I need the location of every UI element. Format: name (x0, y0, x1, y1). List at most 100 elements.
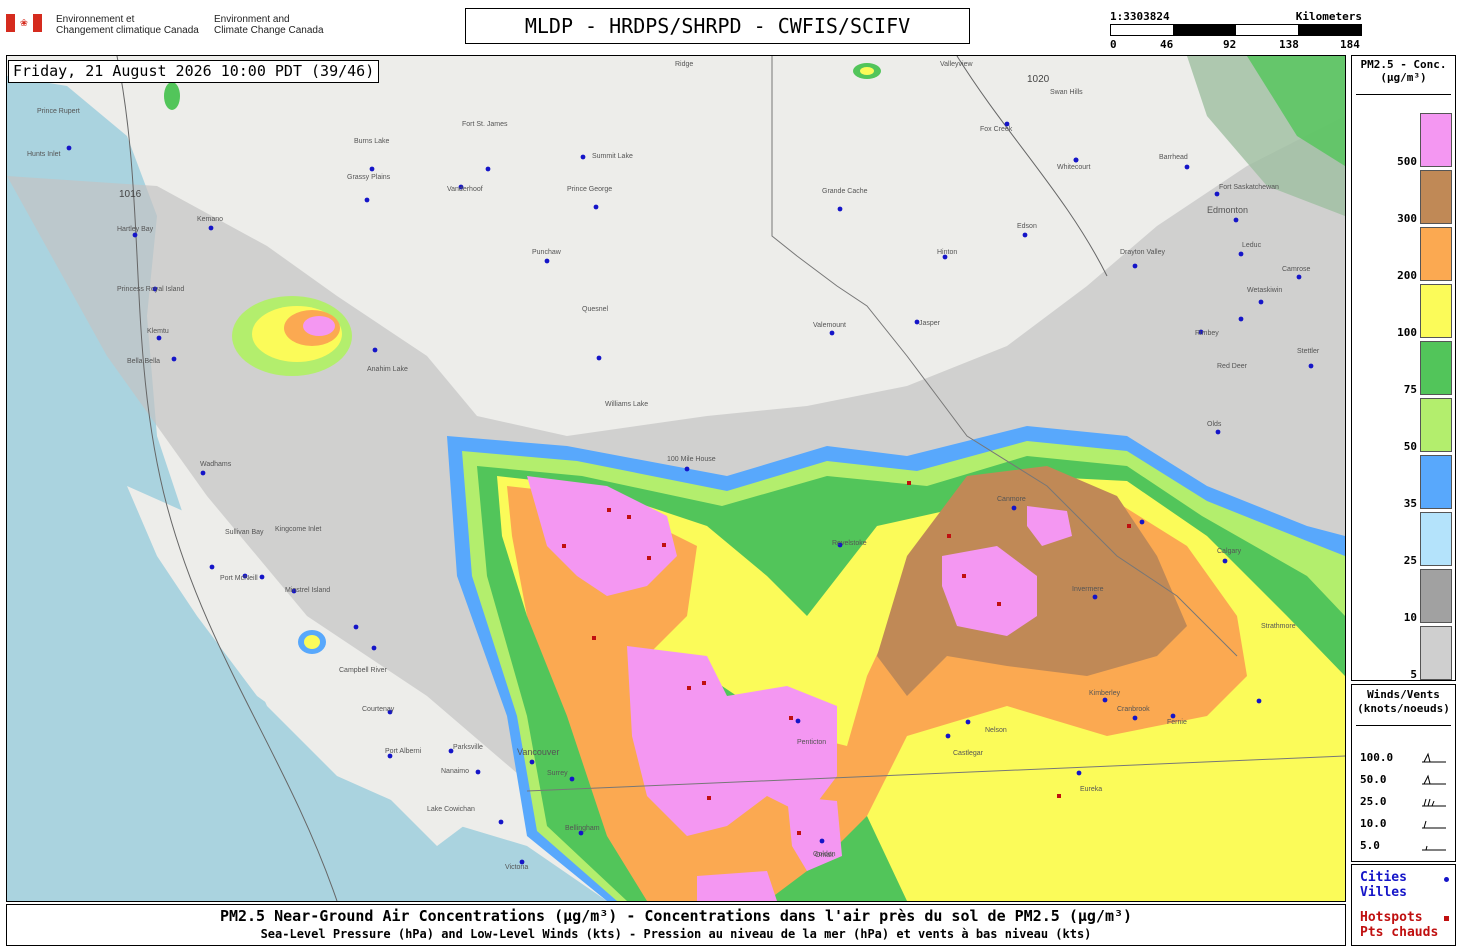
wind-speed-label: 25.0 (1360, 795, 1387, 808)
city-label: Campbell River (339, 667, 387, 674)
wind-barb-icon (1422, 845, 1446, 851)
city-label: Minstrel Island (285, 587, 331, 594)
city-label: Surrey (547, 770, 568, 777)
legend-label: 500 (1397, 155, 1417, 168)
city-label: Calgary (1217, 548, 1242, 555)
city-label: Olds (1207, 421, 1222, 428)
city-label: Parksville (453, 744, 483, 751)
city-label: 100 Mile House (667, 456, 716, 463)
city-label: Edson (1017, 223, 1037, 230)
legend-label: 25 (1403, 554, 1417, 567)
wind-speed-label: 5.0 (1360, 839, 1380, 852)
legend-swatch (1420, 170, 1452, 224)
eccc-logo: ❀ Environnement et Changement climatique … (6, 10, 346, 46)
legend-swatch (1420, 455, 1452, 509)
city-label: Bella Bella (127, 358, 161, 365)
legend-title-line: (µg/m³) (1380, 71, 1427, 84)
scale-bar: 1:3303824 Kilometers 0 46 92 138 184 (1108, 10, 1362, 52)
isobar-label: 1016 (119, 189, 142, 200)
city-label: Edmonton (1207, 205, 1249, 215)
scale-tick: 92 (1223, 38, 1237, 51)
page-title: MLDP - HRDPS/SHRPD - CWFIS/SCIFV (465, 8, 970, 44)
city-label: Rimbey (1195, 330, 1219, 337)
city-label: Canmore (997, 496, 1026, 503)
city-label: Quesnel (582, 306, 609, 313)
city-label: Fort St. James (462, 121, 508, 128)
city-label: Castlegar (953, 750, 983, 757)
legend-label: 100 (1397, 326, 1417, 339)
city-label: Cranbrook (1117, 706, 1150, 713)
city-label: Sullivan Bay (225, 529, 264, 536)
city-label: Swan Hills (1050, 89, 1083, 96)
city-label: Anahim Lake (367, 366, 408, 373)
city-label: Hartley Bay (117, 226, 154, 233)
legend-swatch (1420, 341, 1452, 395)
city-label: Princess Royal Island (117, 286, 185, 293)
legend-label: 50 (1403, 440, 1417, 453)
legend-swatch (1420, 284, 1452, 338)
isolated-plume (164, 82, 180, 110)
wind-barb-icon (1422, 798, 1446, 807)
scale-tick: 0 (1110, 38, 1117, 51)
caption-line-1: PM2.5 Near-Ground Air Concentrations (µg… (219, 907, 1133, 925)
wind-speed-label: 50.0 (1360, 773, 1387, 786)
map-label: Ridge (675, 61, 694, 68)
pm25-legend: PM2.5 - Conc. (µg/m³) 500 300 200 100 75 50 35… (1351, 55, 1456, 681)
legend-label: 35 (1403, 497, 1417, 510)
isolated-plume (860, 67, 874, 75)
city-label: Klemtu (147, 328, 169, 335)
map-key: Cities Villes Hotspots Pts chauds (1351, 864, 1456, 946)
city-label: Drayton Valley (1120, 249, 1166, 256)
city-label: Fox Creek (980, 126, 1013, 133)
city-label: Wadhams (200, 461, 232, 468)
city-label: Strathmore (1261, 623, 1296, 630)
city-label: Hunts Inlet (27, 151, 61, 158)
legend-swatch (1420, 113, 1452, 167)
city-label: Whitecourt (1057, 164, 1091, 171)
winds-title-line: (knots/noeuds) (1357, 702, 1450, 715)
city-label: Valemount (813, 322, 846, 329)
concentration-map[interactable]: Prince Rupert Hunts Inlet Burns Lake For… (6, 55, 1346, 902)
city-label: Williams Lake (605, 401, 649, 408)
city-label: Summit Lake (592, 153, 633, 160)
city-label: Lake Cowichan (427, 806, 475, 813)
city-label: Grande Cache (822, 188, 868, 195)
dept-name-fr: Environnement et Changement climatique Ca… (56, 14, 199, 36)
city-label: Kimberley (1089, 690, 1121, 697)
canada-flag-icon: ❀ (6, 14, 42, 32)
caption-line-2: Sea-Level Pressure (hPa) and Low-Level W… (260, 927, 1092, 941)
legend-swatch (1420, 512, 1452, 566)
wind-barb-icon (1422, 752, 1446, 763)
city-label: Omak (815, 852, 834, 859)
scale-tick: 184 (1340, 38, 1360, 51)
legend-label: 75 (1403, 383, 1417, 396)
winds-title-line: Winds/Vents (1367, 688, 1440, 701)
wind-speed-label: 10.0 (1360, 817, 1387, 830)
city-label: Wetaskiwin (1247, 287, 1283, 294)
legend-swatch (1420, 398, 1452, 452)
city-label: Fernie (1167, 719, 1187, 726)
city-label: Vanderhoof (447, 186, 483, 193)
map-caption: PM2.5 Near-Ground Air Concentrations (µg… (6, 904, 1346, 946)
pm25-500-core (697, 871, 777, 901)
dept-name-en: Environment and Climate Change Canada (214, 14, 324, 36)
map-label: Valleyview (940, 61, 973, 68)
city-label: Prince Rupert (37, 108, 80, 115)
forecast-datetime: Friday, 21 August 2026 10:00 PDT (39/46) (8, 60, 380, 83)
city-label: Bellingham (565, 825, 600, 832)
city-label: Courtenay (362, 706, 395, 713)
city-label: Nanaimo (441, 768, 470, 775)
city-label: Nelson (985, 727, 1007, 734)
legend-label: 200 (1397, 269, 1417, 282)
map-canvas (7, 56, 1345, 901)
city-label: Vancouver (517, 747, 560, 757)
winds-legend: Winds/Vents (knots/noeuds) 100.0 50.0 25.0… (1351, 684, 1456, 862)
wind-barb-icon (1422, 820, 1446, 829)
wind-speed-label: 100.0 (1360, 751, 1394, 764)
city-label: Invermere (1072, 586, 1104, 593)
legend-label: 5 (1410, 668, 1417, 681)
scale-ratio: 1:3303824 (1110, 10, 1170, 23)
city-dot-icon (1444, 877, 1449, 882)
city-label: Port Alberni (385, 748, 422, 755)
hotspot-square-icon (1444, 916, 1449, 921)
